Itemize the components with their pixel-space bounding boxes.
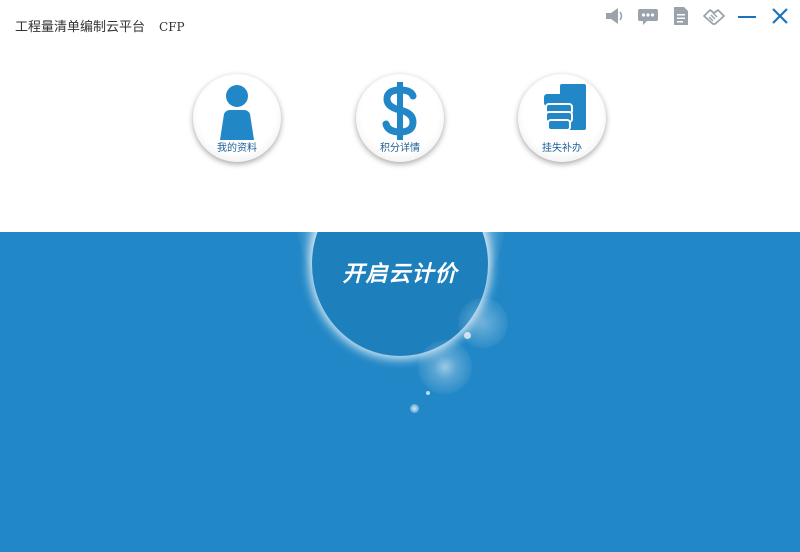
my-profile-button[interactable]: 我的资料 xyxy=(193,74,281,162)
handshake-icon[interactable] xyxy=(702,4,726,28)
chat-icon[interactable] xyxy=(636,4,660,28)
points-detail-button[interactable]: 积分详情 xyxy=(356,74,444,162)
minimize-icon[interactable] xyxy=(735,4,759,28)
main-panel: 开启云计价 xyxy=(0,232,800,552)
start-cloud-pricing-label: 开启云计价 xyxy=(342,261,458,287)
document-icon[interactable] xyxy=(669,4,693,28)
feature-label: 挂失补办 xyxy=(542,143,582,154)
start-cloud-pricing-button[interactable]: 开启云计价 xyxy=(312,232,488,356)
window-toolbar xyxy=(603,4,792,28)
feature-label: 积分详情 xyxy=(380,143,420,154)
window-title: 工程量清单编制云平台 CFP xyxy=(15,16,185,35)
app-title: 工程量清单编制云平台 xyxy=(15,20,146,35)
bubble-decoration xyxy=(464,332,471,339)
close-icon[interactable] xyxy=(768,4,792,28)
app-window: 工程量清单编制云平台 CFP 我的资料 积分详情 挂失补办 开启云计价 xyxy=(0,0,800,552)
bubble-decoration xyxy=(426,391,430,395)
bubble-decoration xyxy=(410,404,419,413)
report-loss-button[interactable]: 挂失补办 xyxy=(518,74,606,162)
dollar-icon xyxy=(356,82,444,140)
card-hand-icon xyxy=(518,82,606,140)
speaker-icon[interactable] xyxy=(603,4,627,28)
person-icon xyxy=(193,82,281,140)
feature-label: 我的资料 xyxy=(217,143,257,154)
app-code: CFP xyxy=(159,20,185,34)
